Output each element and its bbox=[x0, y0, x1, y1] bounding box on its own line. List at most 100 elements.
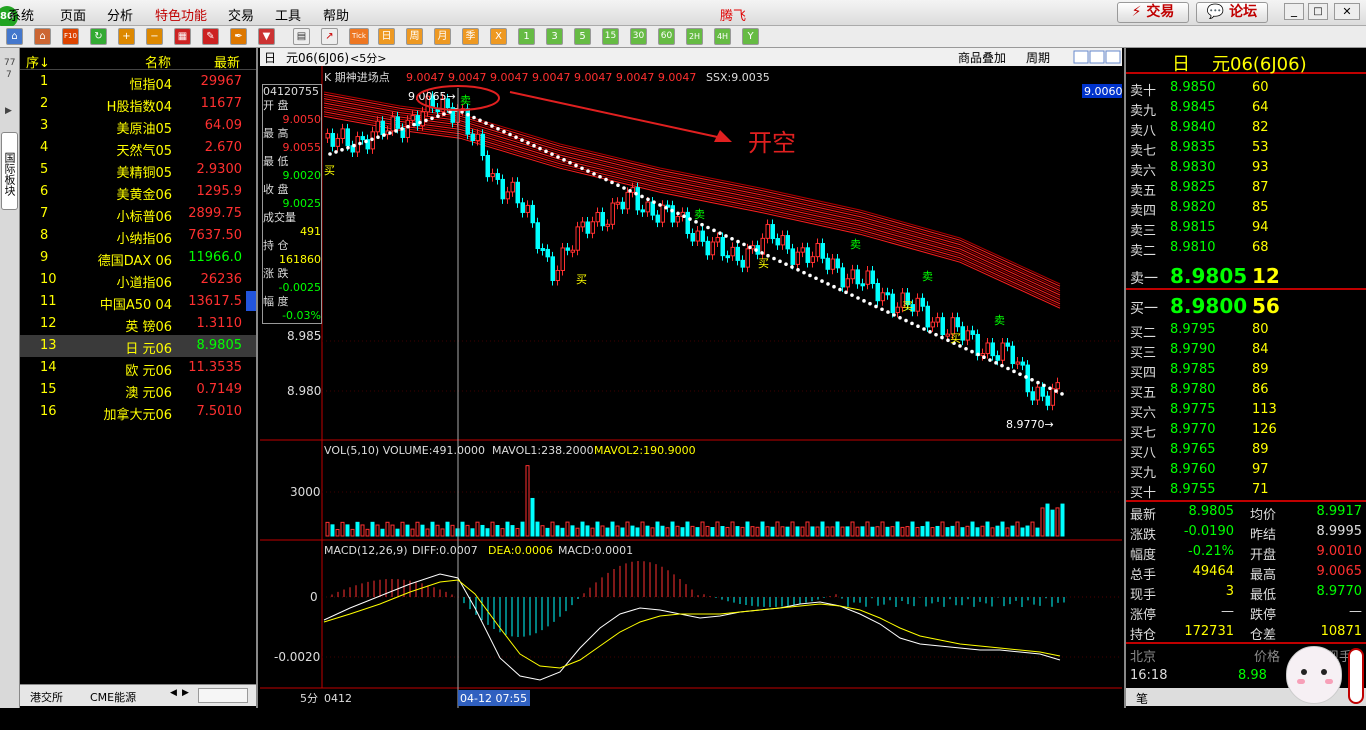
tb-1[interactable]: 1 bbox=[518, 28, 535, 45]
tb-x[interactable]: X bbox=[490, 28, 507, 45]
tb-week[interactable]: 周 bbox=[406, 28, 423, 45]
layout-icon[interactable]: ▦ bbox=[174, 28, 191, 45]
tab-cme-energy[interactable]: CME能源 bbox=[90, 689, 136, 705]
list-item[interactable]: 10 小道指06 26236 bbox=[20, 269, 256, 291]
tb-4h[interactable]: 4H bbox=[714, 28, 731, 45]
list-item[interactable]: 9 德国DAX 06 11966.0 bbox=[20, 247, 256, 269]
ask-level[interactable]: 卖九 8.9845 64 bbox=[1126, 98, 1366, 119]
tb-2h[interactable]: 2H bbox=[686, 28, 703, 45]
maximize-button[interactable]: □ bbox=[1308, 3, 1328, 20]
col-seq-header[interactable]: 序↓ bbox=[26, 52, 50, 71]
item-price: 2.9300 bbox=[196, 162, 243, 177]
ask-level[interactable]: 卖四 8.9820 85 bbox=[1126, 198, 1366, 219]
home-icon[interactable]: ⌂ bbox=[6, 28, 23, 45]
ask-level[interactable]: 卖七 8.9835 53 bbox=[1126, 138, 1366, 159]
list-item[interactable]: 16 加拿大元06 7.5010 bbox=[20, 401, 256, 423]
menu-special[interactable]: 特色功能 bbox=[155, 5, 207, 24]
col-name-header[interactable]: 名称 bbox=[145, 52, 171, 71]
house-icon[interactable]: ⌂ bbox=[34, 28, 51, 45]
menu-help[interactable]: 帮助 bbox=[323, 5, 349, 24]
bid-level[interactable]: 买五 8.9780 86 bbox=[1126, 380, 1366, 401]
bid-level[interactable]: 买十 8.9755 71 bbox=[1126, 480, 1366, 501]
trade-button[interactable]: ⚡ 交易 bbox=[1117, 2, 1189, 23]
draw-icon[interactable]: ✎ bbox=[202, 28, 219, 45]
menu-system[interactable]: 系统 bbox=[8, 5, 34, 24]
stat-value: 172731 bbox=[1184, 624, 1234, 639]
tb-60[interactable]: 60 bbox=[658, 28, 675, 45]
tb-5[interactable]: 5 bbox=[574, 28, 591, 45]
menu-trade[interactable]: 交易 bbox=[228, 5, 254, 24]
candle bbox=[645, 201, 650, 213]
hscrollbar[interactable] bbox=[198, 688, 248, 703]
tb-y[interactable]: Y bbox=[742, 28, 759, 45]
scroll-left-icon[interactable]: ◀ bbox=[170, 688, 177, 698]
list-item[interactable]: 2 H股指数04 11677 bbox=[20, 93, 256, 115]
vol-bar bbox=[650, 527, 655, 537]
vol-bar bbox=[625, 521, 630, 537]
bid-level[interactable]: 买八 8.9765 89 bbox=[1126, 440, 1366, 461]
list-item[interactable]: 5 美精铜05 2.9300 bbox=[20, 159, 256, 181]
ask-level[interactable]: 卖八 8.9840 82 bbox=[1126, 118, 1366, 139]
bid1-row[interactable]: 买一 8.9800 56 bbox=[1126, 292, 1366, 320]
bid-level[interactable]: 买九 8.9760 97 bbox=[1126, 460, 1366, 481]
bid-level[interactable]: 买二 8.9795 80 bbox=[1126, 320, 1366, 341]
chart-canvas[interactable]: 日 元06(6J06) <5分> 商品叠加 周期 8.985 8.980 300… bbox=[260, 48, 1122, 708]
menu-tools[interactable]: 工具 bbox=[275, 5, 301, 24]
ask-level[interactable]: 卖六 8.9830 93 bbox=[1126, 158, 1366, 179]
bid-level[interactable]: 买七 8.9770 126 bbox=[1126, 420, 1366, 441]
col-price-header[interactable]: 最新 bbox=[214, 52, 240, 71]
ask1-row[interactable]: 卖一 8.9805 12 bbox=[1126, 262, 1366, 290]
close-button[interactable]: ✕ bbox=[1334, 3, 1360, 20]
ask-level[interactable]: 卖二 8.9810 68 bbox=[1126, 238, 1366, 259]
bid-level[interactable]: 买四 8.9785 89 bbox=[1126, 360, 1366, 381]
grid-icon[interactable]: ▤ bbox=[293, 28, 310, 45]
bid-level[interactable]: 买六 8.9775 113 bbox=[1126, 400, 1366, 421]
minimize-button[interactable]: _ bbox=[1284, 3, 1304, 20]
tab-hkex[interactable]: 港交所 bbox=[30, 689, 63, 705]
menu-analysis[interactable]: 分析 bbox=[107, 5, 133, 24]
list-item[interactable]: 6 美黄金06 1295.9 bbox=[20, 181, 256, 203]
filter-icon[interactable]: ▼ bbox=[258, 28, 275, 45]
f10-icon[interactable]: F10 bbox=[62, 28, 79, 45]
ask-level[interactable]: 卖五 8.9825 87 bbox=[1126, 178, 1366, 199]
ask-level[interactable]: 卖十 8.9850 60 bbox=[1126, 78, 1366, 99]
list-item[interactable]: 8 小纳指06 7637.50 bbox=[20, 225, 256, 247]
stat-value: 8.9995 bbox=[1316, 524, 1363, 539]
refresh-icon[interactable]: ↻ bbox=[90, 28, 107, 45]
menu-page[interactable]: 页面 bbox=[60, 5, 86, 24]
vol-bar bbox=[580, 521, 585, 537]
tb-3[interactable]: 3 bbox=[546, 28, 563, 45]
vol-bar bbox=[700, 521, 705, 537]
floating-badge-icon[interactable] bbox=[1348, 648, 1364, 704]
list-item[interactable]: 14 欧 元06 11.3535 bbox=[20, 357, 256, 379]
side-arrow-icon[interactable]: ▶ bbox=[5, 106, 12, 116]
forum-button[interactable]: 💬 论坛 bbox=[1196, 2, 1268, 23]
list-item[interactable]: 11 中国A50 04 13617.5 bbox=[20, 291, 256, 313]
candle bbox=[880, 292, 885, 302]
ask-level[interactable]: 卖三 8.9815 94 bbox=[1126, 218, 1366, 239]
tb-day[interactable]: 日 bbox=[378, 28, 395, 45]
list-item[interactable]: 13 日 元06 8.9805 bbox=[20, 335, 256, 357]
tb-month[interactable]: 月 bbox=[434, 28, 451, 45]
list-item[interactable]: 1 恒指04 29967 bbox=[20, 71, 256, 93]
side-tab-intl[interactable]: 国际板块 bbox=[1, 132, 18, 210]
tb-15[interactable]: 15 bbox=[602, 28, 619, 45]
scroll-right-icon[interactable]: ▶ bbox=[182, 688, 189, 698]
tab-ticks[interactable]: 笔 bbox=[1136, 690, 1148, 707]
vol-bar bbox=[335, 529, 340, 537]
list-item[interactable]: 3 美原油05 64.09 bbox=[20, 115, 256, 137]
bid-level[interactable]: 买三 8.9790 84 bbox=[1126, 340, 1366, 361]
zoom-in-icon[interactable]: + bbox=[118, 28, 135, 45]
tb-30[interactable]: 30 bbox=[630, 28, 647, 45]
tb-tick[interactable]: Tick bbox=[349, 28, 369, 45]
info-pct-label: 幅 度 bbox=[263, 295, 289, 308]
tb-season[interactable]: 季 bbox=[462, 28, 479, 45]
zoom-out-icon[interactable]: − bbox=[146, 28, 163, 45]
pen-icon[interactable]: ✒ bbox=[230, 28, 247, 45]
list-item[interactable]: 4 天然气05 2.670 bbox=[20, 137, 256, 159]
list-item[interactable]: 7 小标普06 2899.75 bbox=[20, 203, 256, 225]
macd-dea: DEA:0.0006 bbox=[488, 544, 553, 557]
line-chart-icon[interactable]: ↗ bbox=[321, 28, 338, 45]
list-item[interactable]: 15 澳 元06 0.7149 bbox=[20, 379, 256, 401]
list-item[interactable]: 12 英 镑06 1.3110 bbox=[20, 313, 256, 335]
